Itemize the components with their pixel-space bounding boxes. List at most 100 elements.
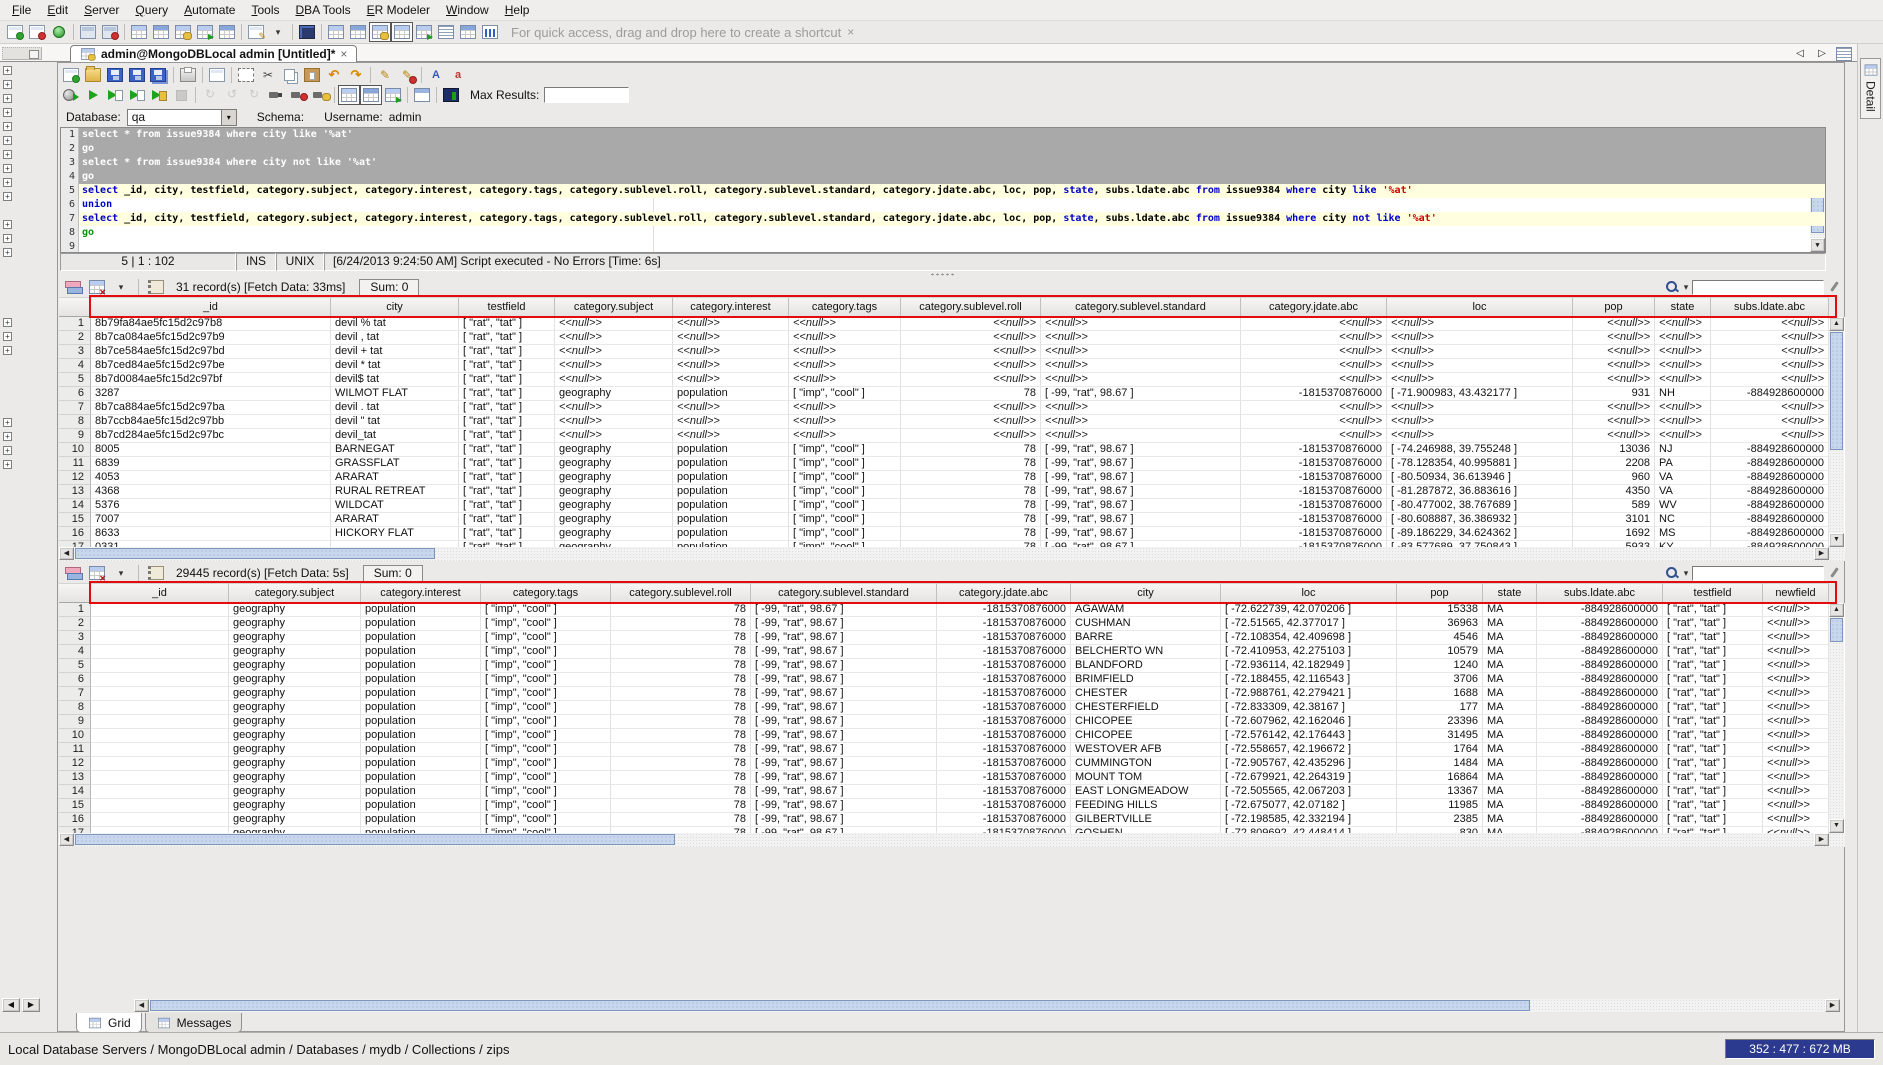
run-icon[interactable]	[82, 85, 104, 105]
column-header-category.jdate.abc[interactable]: category.jdate.abc	[1241, 297, 1387, 317]
export-tool-icon[interactable]	[216, 22, 238, 42]
table-cell[interactable]: -884928600000	[1537, 715, 1663, 729]
table-cell[interactable]: geography	[555, 485, 673, 499]
table-cell[interactable]: NJ	[1655, 443, 1711, 457]
table-cell[interactable]: [ "rat", "tat" ]	[459, 387, 555, 401]
table-cell[interactable]: -1815370876000	[937, 603, 1071, 617]
table-cell[interactable]: geography	[229, 813, 361, 827]
table-row[interactable]: 7 8b7ca884ae5fc15d2c97ba devil . tat[ "rat…	[59, 401, 1829, 415]
export-grid-icon[interactable]	[87, 564, 107, 583]
table-cell[interactable]: [ -99, "rat", 98.67 ]	[751, 771, 937, 785]
table-cell[interactable]	[91, 645, 229, 659]
query-builder-icon[interactable]	[172, 22, 194, 42]
table-cell[interactable]: <<null>>	[1041, 331, 1241, 345]
table-cell[interactable]: [ "imp", "cool" ]	[789, 471, 901, 485]
table-cell[interactable]: 78	[611, 729, 751, 743]
disconnect-session-icon[interactable]	[287, 85, 309, 105]
table-cell[interactable]: [ "rat", "tat" ]	[459, 471, 555, 485]
table-cell[interactable]: CUSHMAN	[1071, 617, 1221, 631]
table-cell[interactable]: -884928600000	[1537, 813, 1663, 827]
table-cell[interactable]: <<null>>	[555, 429, 673, 443]
table-cell[interactable]: [ -99, "rat", 98.67 ]	[1041, 499, 1241, 513]
scroll-left-icon[interactable]: ◀	[59, 547, 74, 560]
editor-line[interactable]: 3 select * from issue9384 where city not …	[61, 156, 1825, 170]
table-cell[interactable]: [ "rat", "tat" ]	[1663, 617, 1763, 631]
table-cell[interactable]: -1815370876000	[937, 631, 1071, 645]
grid1-horizontal-scrollbar[interactable]: ◀ ▶	[59, 547, 1845, 561]
table-cell[interactable]: [ "imp", "cool" ]	[481, 771, 611, 785]
table-cell[interactable]: <<null>>	[1711, 331, 1829, 345]
table-cell[interactable]: 78	[611, 757, 751, 771]
table-cell[interactable]: 8005	[91, 443, 331, 457]
table-cell[interactable]: RURAL RETREAT	[331, 485, 459, 499]
table-cell[interactable]: -884928600000	[1537, 701, 1663, 715]
table-cell[interactable]: MA	[1483, 799, 1537, 813]
table-cell[interactable]: 8b7ce584ae5fc15d2c97bd	[91, 345, 331, 359]
table-row[interactable]: 6 3287 WILMOT FLAT[ "rat", "tat" ] geograph…	[59, 387, 1829, 401]
table-row[interactable]: 14 geography population[ "imp", "cool" ] 78…	[59, 785, 1829, 799]
table-cell[interactable]: -884928600000	[1537, 603, 1663, 617]
table-cell[interactable]: 23396	[1397, 715, 1483, 729]
table-cell[interactable]: -884928600000	[1711, 513, 1829, 527]
table-cell[interactable]: <<null>>	[1763, 813, 1829, 827]
table-cell[interactable]: [ "imp", "cool" ]	[481, 645, 611, 659]
table-cell[interactable]: -884928600000	[1537, 785, 1663, 799]
print-grid-icon[interactable]	[146, 564, 166, 582]
table-cell[interactable]: 78	[901, 485, 1041, 499]
table-cell[interactable]	[91, 757, 229, 771]
scroll-left-icon[interactable]: ◀	[59, 833, 74, 846]
tree-expander-icon[interactable]: +	[3, 80, 12, 89]
table-cell[interactable]: 78	[901, 527, 1041, 541]
table-cell[interactable]: geography	[229, 603, 361, 617]
rollback-icon[interactable]	[199, 85, 221, 105]
table-cell[interactable]: CUMMINGTON	[1071, 757, 1221, 771]
search-menu-caret-icon[interactable]	[1682, 566, 1690, 580]
stop-icon[interactable]	[170, 85, 192, 105]
table-cell[interactable]: population	[361, 813, 481, 827]
tree-expander-icon[interactable]: +	[3, 332, 12, 341]
table-cell[interactable]: <<null>>	[1041, 359, 1241, 373]
tree-expander-icon[interactable]: +	[3, 318, 12, 327]
table-cell[interactable]: <<null>>	[1387, 331, 1573, 345]
table-cell[interactable]: <<null>>	[1655, 359, 1711, 373]
table-cell[interactable]: MA	[1483, 645, 1537, 659]
table-cell[interactable]: MA	[1483, 743, 1537, 757]
table-cell[interactable]: -884928600000	[1537, 687, 1663, 701]
table-cell[interactable]: MA	[1483, 673, 1537, 687]
table-cell[interactable]: <<null>>	[1041, 317, 1241, 331]
table-cell[interactable]: 13036	[1573, 443, 1655, 457]
table-cell[interactable]: MA	[1483, 687, 1537, 701]
table-cell[interactable]: population	[361, 603, 481, 617]
table-cell[interactable]	[91, 631, 229, 645]
grid2-scroll-thumb[interactable]	[1830, 618, 1843, 642]
table-cell[interactable]: 2208	[1573, 457, 1655, 471]
table-cell[interactable]: -1815370876000	[937, 785, 1071, 799]
table-cell[interactable]: geography	[229, 645, 361, 659]
tree-expander-icon[interactable]: +	[3, 432, 12, 441]
table-cell[interactable]	[91, 617, 229, 631]
table-cell[interactable]: [ -72.675077, 42.07182 ]	[1221, 799, 1397, 813]
table-cell[interactable]: <<null>>	[1573, 345, 1655, 359]
detail-tab[interactable]: Detail	[1860, 58, 1881, 119]
table-cell[interactable]: 78	[611, 659, 751, 673]
table-cell[interactable]: <<null>>	[1573, 415, 1655, 429]
column-header-testfield[interactable]: testfield	[459, 297, 555, 317]
select-block-icon[interactable]	[235, 65, 257, 85]
table-cell[interactable]: <<null>>	[1241, 317, 1387, 331]
dock-handle[interactable]	[2, 47, 42, 60]
table-cell[interactable]: geography	[555, 499, 673, 513]
table-cell[interactable]: [ "rat", "tat" ]	[1663, 631, 1763, 645]
table-row[interactable]: 4 geography population[ "imp", "cool" ] 78[…	[59, 645, 1829, 659]
tree-expander-icon[interactable]: +	[3, 220, 12, 229]
tree-expander-icon[interactable]: +	[3, 446, 12, 455]
grid2-horizontal-scrollbar[interactable]: ◀ ▶	[59, 833, 1845, 847]
table-cell[interactable]: [ "imp", "cool" ]	[481, 603, 611, 617]
compare-view-icon[interactable]	[457, 22, 479, 42]
table-cell[interactable]: MA	[1483, 813, 1537, 827]
table-cell[interactable]: [ -72.188455, 42.116543 ]	[1221, 673, 1397, 687]
table-cell[interactable]: <<null>>	[1763, 645, 1829, 659]
table-cell[interactable]: [ -99, "rat", 98.67 ]	[751, 785, 937, 799]
table-cell[interactable]: -884928600000	[1537, 743, 1663, 757]
table-cell[interactable]	[91, 659, 229, 673]
grid-menu-icon[interactable]	[111, 278, 131, 296]
